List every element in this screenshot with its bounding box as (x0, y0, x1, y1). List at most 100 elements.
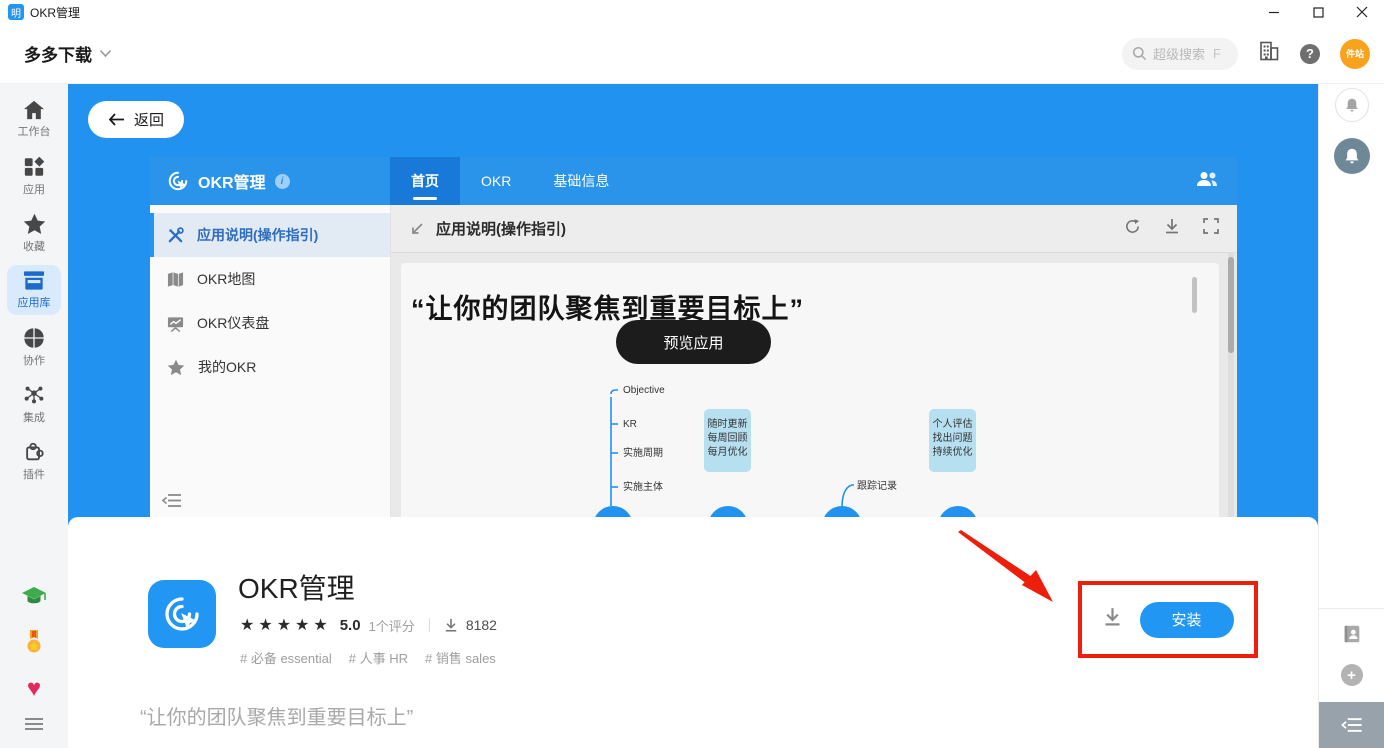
svg-text:个人评估: 个人评估 (933, 417, 973, 430)
content-scrollbar-thumb[interactable] (1228, 257, 1234, 353)
top-navbar: 多多下载 超级搜索 F 件站 (0, 24, 1384, 84)
diagonal-arrow-icon[interactable] (409, 221, 425, 237)
map-icon (167, 271, 184, 288)
bell-icon (1343, 147, 1361, 166)
rating-value: 5.0 (340, 617, 361, 634)
download-app-icon[interactable] (1103, 607, 1122, 632)
app-name: OKR管理 (238, 567, 355, 607)
okr-app-icon (167, 170, 189, 192)
bell-icon (1344, 97, 1360, 114)
card-scrollbar-thumb[interactable] (1192, 277, 1197, 313)
sidebar-item-apps[interactable]: 应用 (7, 151, 61, 201)
preview-toolbar: 应用说明(操作指引) (391, 205, 1237, 253)
app-tagline: “让你的团队聚焦到重要目标上” (140, 701, 413, 730)
search-shortcut-hint: F (1213, 46, 1221, 61)
tag-hr[interactable]: # 人事 HR (349, 648, 408, 667)
tab-basic-info[interactable]: 基础信息 (532, 157, 630, 205)
refresh-icon[interactable] (1124, 218, 1141, 240)
network-icon (23, 384, 45, 406)
sidebar-item-workbench[interactable]: 工作台 (7, 94, 61, 144)
pinwheel-icon (23, 327, 45, 349)
tag-essential[interactable]: # 必备 essential (240, 648, 332, 667)
workspace-name: 多多下载 (24, 41, 92, 66)
address-book-icon[interactable] (1341, 623, 1363, 650)
menu-item-app-guide[interactable]: 应用说明(操作指引) (150, 213, 390, 257)
menu-item-my-okr[interactable]: 我的OKR (150, 345, 390, 389)
window-title: OKR管理 (30, 4, 80, 21)
star-icon (167, 359, 185, 376)
preview-app-button[interactable]: 预览应用 (616, 320, 771, 364)
sidebar-item-collaboration[interactable]: 协作 (7, 322, 61, 372)
puzzle-icon (23, 441, 45, 463)
preview-app-title: OKR管理 (198, 169, 266, 193)
search-icon (1132, 46, 1147, 61)
rating-row: ★★★★★ 5.0 1个评分 8182 (240, 615, 497, 635)
heart-icon[interactable]: ♥ (27, 679, 41, 699)
menu-collapse-icon[interactable] (162, 493, 182, 513)
back-button[interactable]: 返回 (88, 101, 184, 138)
star-rating: ★★★★★ (240, 615, 332, 635)
annotation-highlight-box: 安装 (1078, 581, 1258, 658)
annotation-arrow-icon (948, 529, 1078, 619)
members-icon[interactable] (1195, 171, 1219, 192)
arrow-left-icon (108, 113, 125, 126)
toolbar-title: 应用说明(操作指引) (436, 218, 566, 239)
organization-icon[interactable] (1258, 41, 1280, 66)
svg-text:Objective: Objective (623, 385, 665, 396)
collapse-icon (1341, 717, 1363, 733)
tags-row: # 必备 essential # 人事 HR # 销售 sales (240, 648, 496, 667)
app-tile-icon (148, 580, 216, 648)
sidebar-bottom-group: ♥ (21, 585, 47, 748)
sidebar-item-app-library[interactable]: 应用库 (7, 265, 61, 315)
preview-tabs: 首页 OKR 基础信息 (390, 157, 630, 205)
minimize-button[interactable] (1252, 0, 1296, 24)
download-count: 8182 (466, 617, 497, 633)
workspace-switcher[interactable]: 多多下载 (24, 41, 112, 66)
help-icon[interactable] (1300, 44, 1320, 64)
install-button[interactable]: 安装 (1140, 602, 1234, 638)
titlebar: 明 OKR管理 (0, 0, 1384, 24)
sidebar-item-favorites[interactable]: 收藏 (7, 208, 61, 258)
fullscreen-icon[interactable] (1203, 218, 1219, 239)
app-logo-icon: 明 (8, 4, 24, 20)
app-logo-glyph: 明 (11, 5, 21, 20)
svg-text:每月优化: 每月优化 (708, 445, 748, 458)
download-icon[interactable] (1164, 218, 1180, 240)
svg-text:KR: KR (623, 419, 637, 430)
downloads-icon (444, 618, 458, 633)
svg-text:随时更新: 随时更新 (708, 417, 748, 430)
sidebar-menu-icon[interactable] (24, 717, 44, 736)
right-sidebar (1318, 84, 1384, 748)
store-icon (23, 270, 45, 291)
preview-app-identity: OKR管理 (150, 157, 390, 205)
svg-text:每周回顾: 每周回顾 (708, 431, 748, 444)
tag-sales[interactable]: # 销售 sales (425, 648, 496, 667)
main-content: 返回 OKR管理 首页 OKR 基础信息 (68, 84, 1318, 748)
sidebar-item-integration[interactable]: 集成 (7, 379, 61, 429)
tab-okr[interactable]: OKR (460, 157, 532, 205)
avatar-label: 件站 (1346, 47, 1364, 60)
maximize-button[interactable] (1296, 0, 1340, 24)
medal-icon[interactable] (24, 630, 44, 661)
sidebar-item-plugins[interactable]: 插件 (7, 436, 61, 486)
svg-text:找出问题: 找出问题 (933, 431, 973, 444)
feedback-plus-icon[interactable] (1341, 664, 1363, 686)
tab-home[interactable]: 首页 (390, 157, 460, 205)
rating-count[interactable]: 1个评分 (369, 616, 415, 635)
info-icon[interactable] (275, 174, 290, 189)
user-avatar[interactable]: 件站 (1340, 39, 1370, 69)
menu-item-okr-dashboard[interactable]: OKR仪表盘 (150, 301, 390, 345)
training-cap-icon[interactable] (21, 585, 47, 612)
notification-bell-filled-button[interactable] (1334, 138, 1370, 174)
collapse-corner-button[interactable] (1319, 702, 1384, 748)
notification-bell-outline-button[interactable] (1335, 88, 1369, 122)
divider (429, 618, 430, 632)
star-icon (23, 213, 46, 235)
apps-grid-icon (23, 156, 45, 178)
menu-item-okr-map[interactable]: OKR地图 (150, 257, 390, 301)
svg-text:实施主体: 实施主体 (623, 480, 663, 493)
svg-text:持续优化: 持续优化 (933, 445, 973, 458)
svg-text:实施周期: 实施周期 (623, 446, 663, 459)
close-button[interactable] (1340, 0, 1384, 24)
search-input[interactable]: 超级搜索 F (1122, 38, 1238, 70)
